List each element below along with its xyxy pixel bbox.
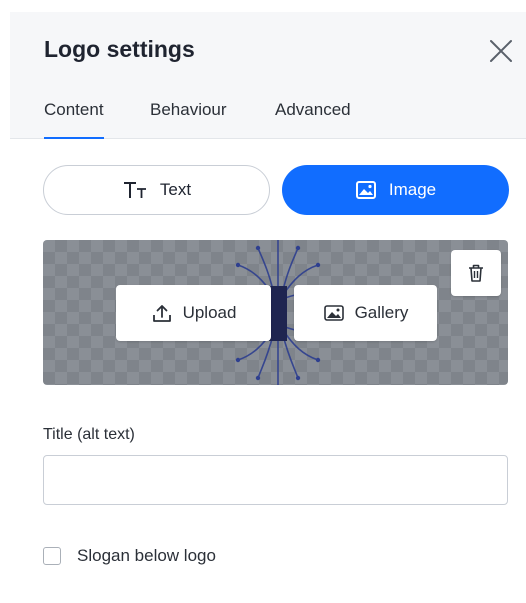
gallery-label: Gallery [354,303,409,322]
close-button[interactable] [488,38,514,64]
trash-icon [469,264,483,282]
text-mode-label: Text [159,180,192,199]
text-size-icon [122,180,148,200]
upload-button[interactable]: Upload [116,285,271,341]
close-icon [490,40,512,62]
tab-behaviour[interactable]: Behaviour [150,98,227,138]
tab-advanced[interactable]: Advanced [275,98,351,138]
slogan-checkbox[interactable] [43,547,61,565]
tab-label: Advanced [275,100,351,119]
upload-label: Upload [182,303,237,322]
panel-title: Logo settings [44,36,195,62]
image-icon [355,180,377,200]
logo-preview: Upload Gallery [43,240,508,385]
gallery-icon [323,303,345,323]
alt-text-input[interactable] [43,455,508,505]
slogan-checkbox-row[interactable]: Slogan below logo [43,545,216,567]
tab-content[interactable]: Content [44,98,104,139]
tab-label: Behaviour [150,100,227,119]
panel-header: Logo settings Content Behaviour Advanced [10,12,526,139]
upload-icon [151,302,173,324]
image-mode-label: Image [388,180,437,199]
image-mode-button[interactable]: Image [282,165,509,215]
tab-bar: Content Behaviour Advanced [10,98,526,139]
tab-label: Content [44,100,104,119]
gallery-button[interactable]: Gallery [294,285,437,341]
delete-image-button[interactable] [451,250,501,296]
text-mode-button[interactable]: Text [43,165,270,215]
slogan-checkbox-label: Slogan below logo [77,546,216,565]
alt-text-label: Title (alt text) [43,426,135,443]
